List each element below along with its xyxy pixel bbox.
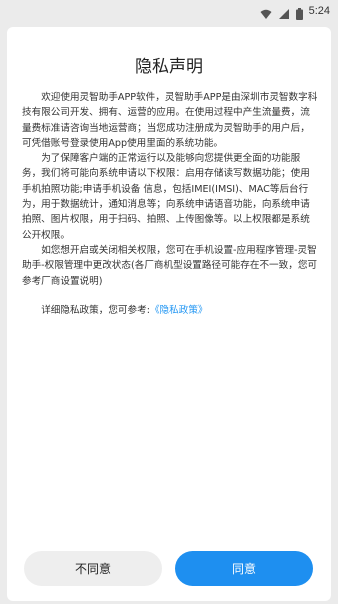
agree-button[interactable]: 同意 — [175, 551, 313, 586]
wifi-icon — [260, 5, 272, 19]
settings-paragraph: 如您想开启或关闭相关权限，您可在手机设置-应用程序管理-灵智助手-权限管理中更改… — [22, 244, 318, 287]
battery-icon — [295, 5, 303, 20]
dialog-content: 欢迎使用灵智助手APP软件，灵智助手APP是由深圳市灵智数字科技有限公司开发、拥… — [22, 90, 318, 318]
privacy-dialog: 隐私声明 欢迎使用灵智助手APP软件，灵智助手APP是由深圳市灵智数字科技有限公… — [7, 27, 331, 601]
policy-detail: 详细隐私政策，您可参考:《隐私政策》 — [22, 303, 318, 318]
signal-icon — [278, 5, 290, 19]
intro-paragraph: 欢迎使用灵智助手APP软件，灵智助手APP是由深圳市灵智数字科技有限公司开发、拥… — [22, 92, 318, 149]
status-icons: 5:24 — [260, 5, 330, 20]
permissions-paragraph: 为了保障客户端的正常运行以及能够向您提供更全面的功能服务，我们将可能向系统申请以… — [22, 153, 310, 241]
status-bar: 5:24 — [0, 0, 338, 24]
privacy-policy-link[interactable]: 《隐私政策》 — [150, 305, 208, 316]
status-time: 5:24 — [308, 5, 330, 17]
dialog-title: 隐私声明 — [135, 57, 203, 77]
policy-detail-text: 详细隐私政策，您可参考: — [41, 304, 150, 316]
disagree-button[interactable]: 不同意 — [24, 551, 162, 586]
